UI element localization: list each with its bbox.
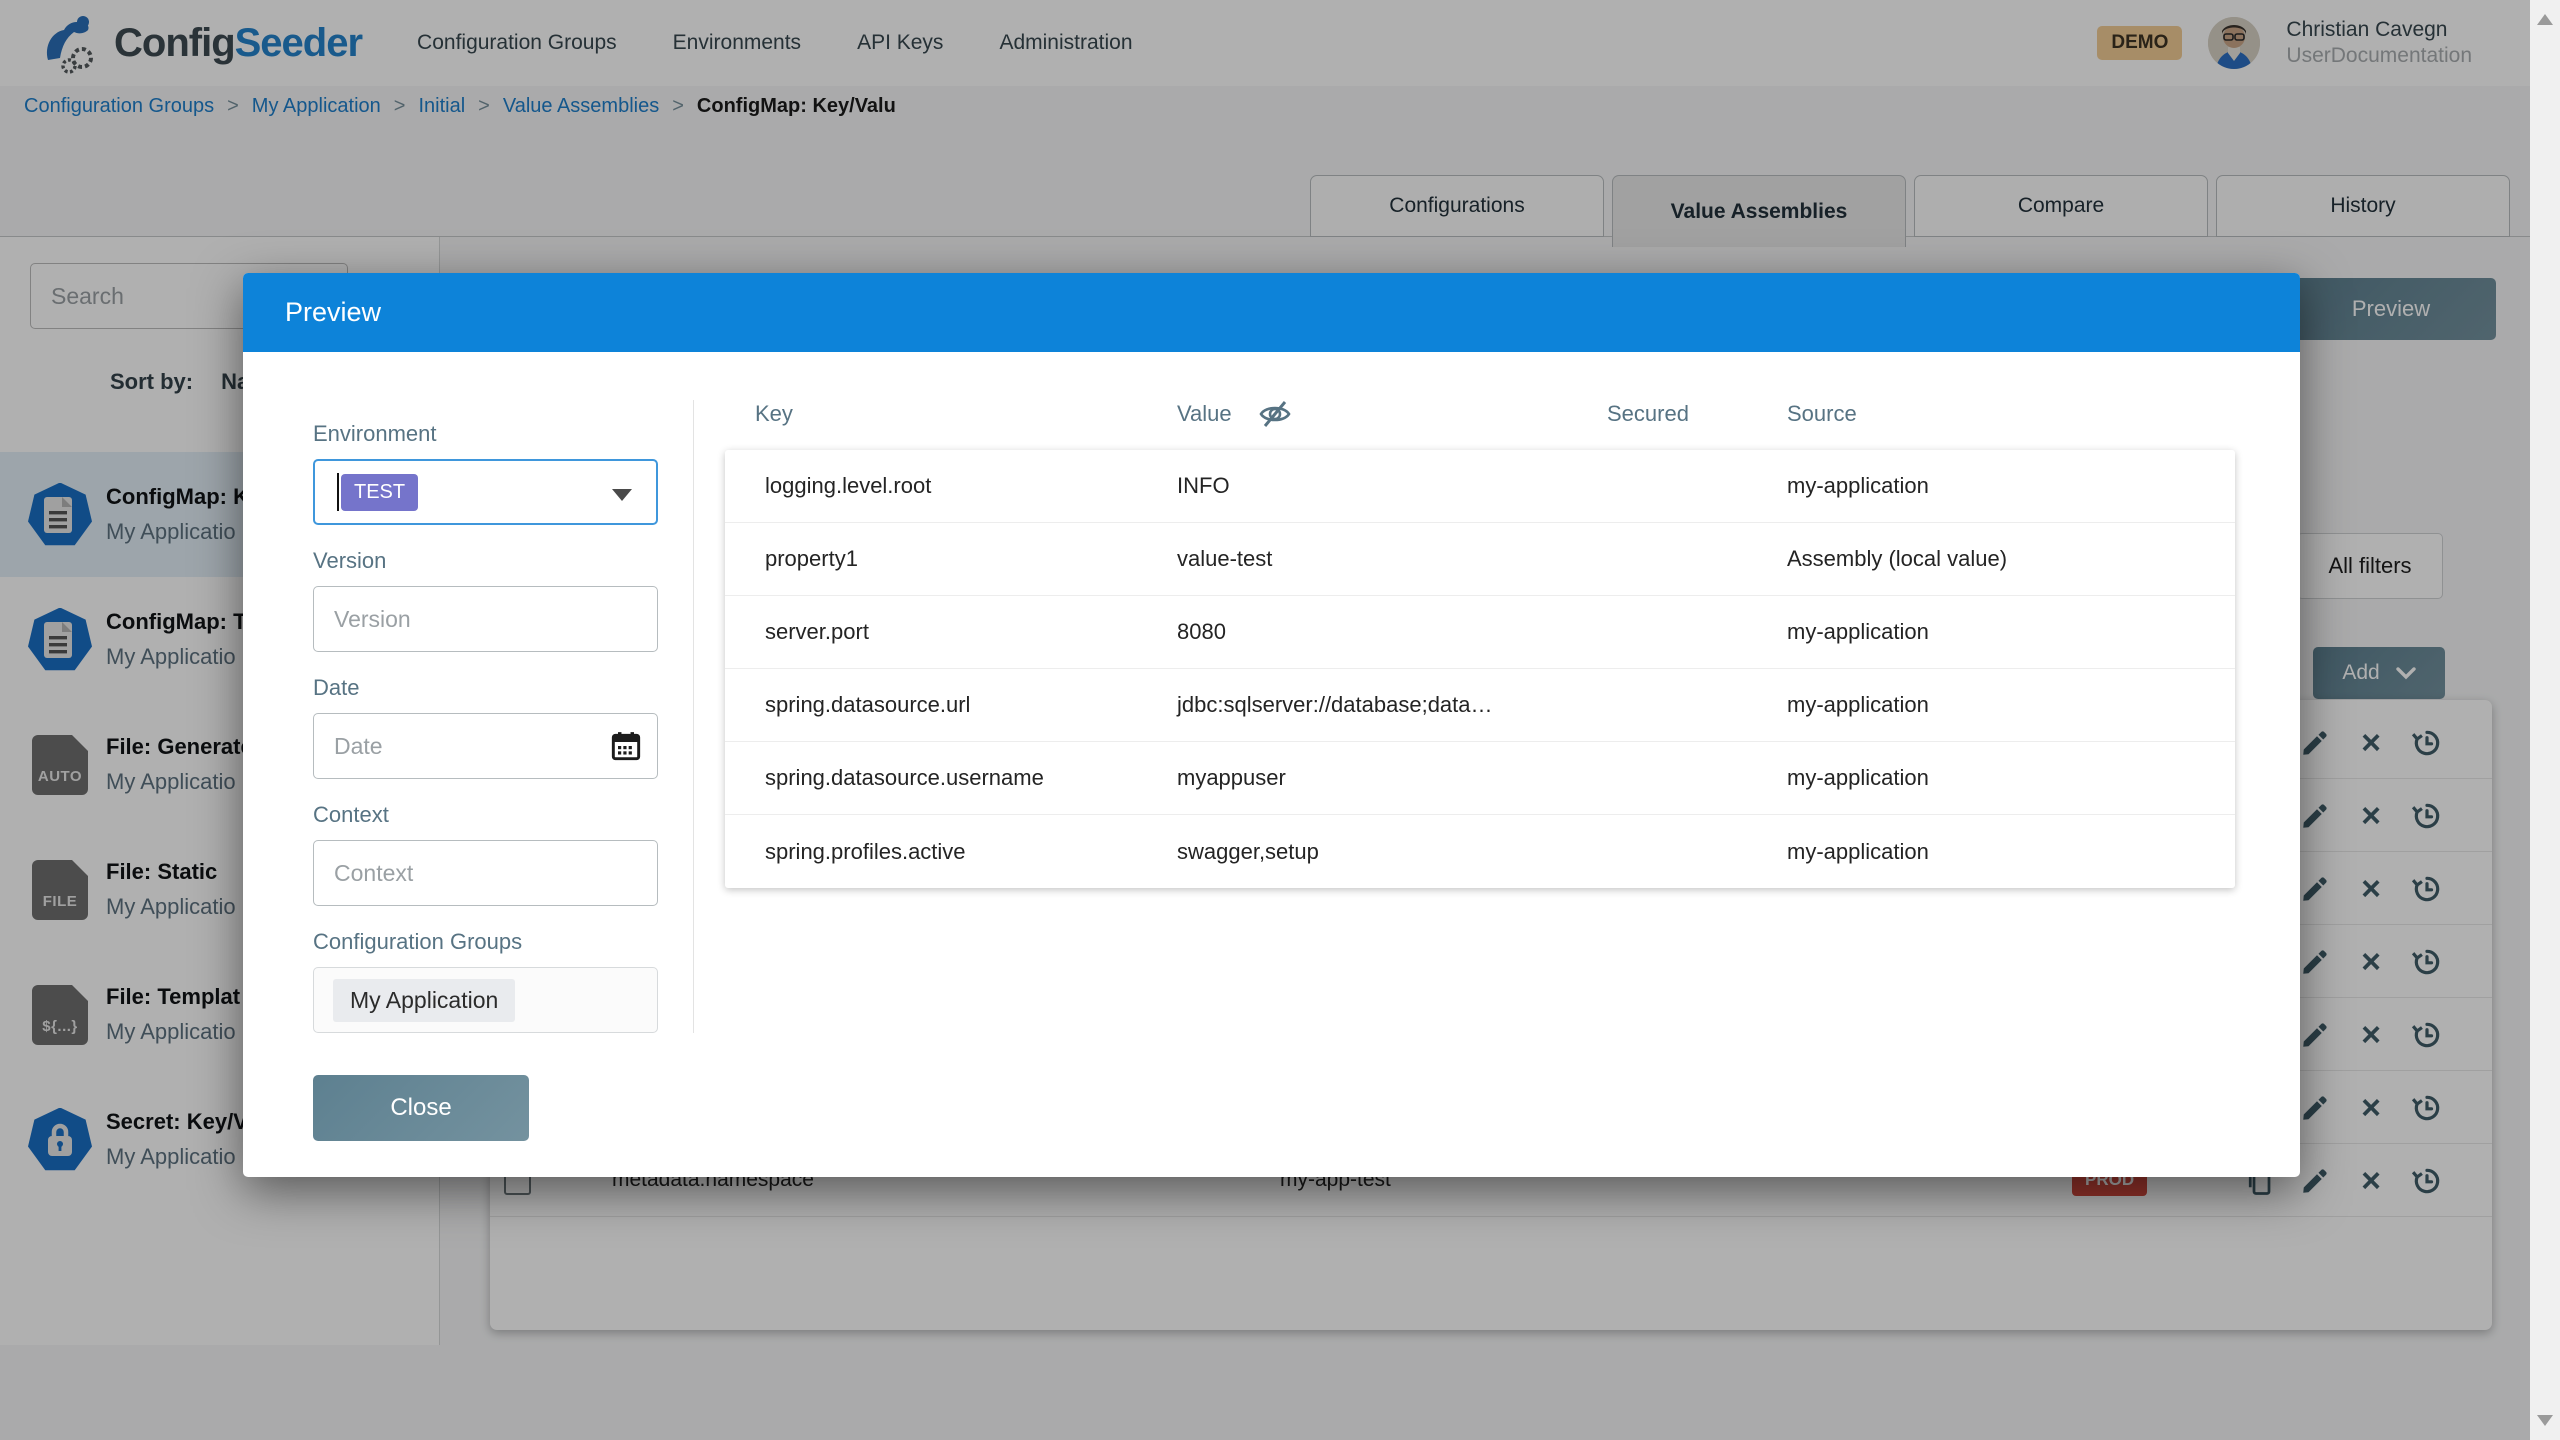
environment-chip: TEST bbox=[341, 474, 418, 511]
divider bbox=[693, 400, 694, 1033]
context-label: Context bbox=[313, 802, 658, 828]
cell-source: my-application bbox=[1787, 765, 2235, 791]
cell-value: jdbc:sqlserver://database;data… bbox=[1177, 692, 1607, 718]
preview-row: property1 value-test Assembly (local val… bbox=[725, 523, 2235, 596]
scroll-down-arrow-icon[interactable] bbox=[2537, 1415, 2553, 1426]
cell-value: myappuser bbox=[1177, 765, 1607, 791]
cell-value: 8080 bbox=[1177, 619, 1607, 645]
version-label: Version bbox=[313, 548, 658, 574]
configuration-groups-label: Configuration Groups bbox=[313, 929, 658, 955]
version-input[interactable] bbox=[313, 586, 658, 652]
cell-key: spring.profiles.active bbox=[725, 839, 1177, 865]
preview-row: logging.level.root INFO my-application bbox=[725, 450, 2235, 523]
text-cursor bbox=[337, 473, 339, 511]
key-header: Key bbox=[755, 401, 793, 427]
source-header: Source bbox=[1787, 401, 1857, 427]
secured-header: Secured bbox=[1607, 401, 1689, 427]
cell-source: my-application bbox=[1787, 619, 2235, 645]
date-input[interactable] bbox=[313, 713, 658, 779]
cell-key: spring.datasource.username bbox=[725, 765, 1177, 791]
calendar-icon[interactable] bbox=[610, 730, 642, 767]
environment-select[interactable]: TEST bbox=[313, 459, 658, 525]
chevron-down-icon bbox=[612, 489, 632, 501]
value-header: Value bbox=[1177, 401, 1232, 427]
cell-source: Assembly (local value) bbox=[1787, 546, 2235, 572]
preview-table-header: Key Value Secured Source bbox=[725, 400, 2240, 450]
cell-key: logging.level.root bbox=[725, 473, 1177, 499]
modal-title: Preview bbox=[285, 297, 381, 328]
preview-row: spring.profiles.active swagger,setup my-… bbox=[725, 815, 2235, 888]
preview-form: Environment TEST Version Date Context bbox=[313, 421, 658, 1056]
date-label: Date bbox=[313, 675, 658, 701]
preview-table: Key Value Secured Source logging.level.r… bbox=[725, 400, 2240, 888]
preview-modal: Preview Environment TEST Version Date bbox=[243, 273, 2300, 1177]
close-button[interactable]: Close bbox=[313, 1075, 529, 1141]
cell-source: my-application bbox=[1787, 839, 2235, 865]
preview-table-card: logging.level.root INFO my-application p… bbox=[725, 450, 2235, 888]
cell-key: property1 bbox=[725, 546, 1177, 572]
preview-row: server.port 8080 my-application bbox=[725, 596, 2235, 669]
preview-row: spring.datasource.url jdbc:sqlserver://d… bbox=[725, 669, 2235, 742]
scroll-up-arrow-icon[interactable] bbox=[2537, 14, 2553, 25]
cell-value: swagger,setup bbox=[1177, 839, 1607, 865]
cell-source: my-application bbox=[1787, 692, 2235, 718]
eye-off-icon[interactable] bbox=[1258, 400, 1292, 428]
cell-key: server.port bbox=[725, 619, 1177, 645]
preview-row: spring.datasource.username myappuser my-… bbox=[725, 742, 2235, 815]
cell-value: value-test bbox=[1177, 546, 1607, 572]
modal-header: Preview bbox=[243, 273, 2300, 352]
configuration-group-chip: My Application bbox=[333, 979, 515, 1022]
cell-source: my-application bbox=[1787, 473, 2235, 499]
context-input[interactable] bbox=[313, 840, 658, 906]
environment-label: Environment bbox=[313, 421, 658, 447]
configuration-groups-field[interactable]: My Application bbox=[313, 967, 658, 1033]
cell-value: INFO bbox=[1177, 473, 1607, 499]
cell-key: spring.datasource.url bbox=[725, 692, 1177, 718]
scrollbar[interactable] bbox=[2530, 0, 2560, 1440]
